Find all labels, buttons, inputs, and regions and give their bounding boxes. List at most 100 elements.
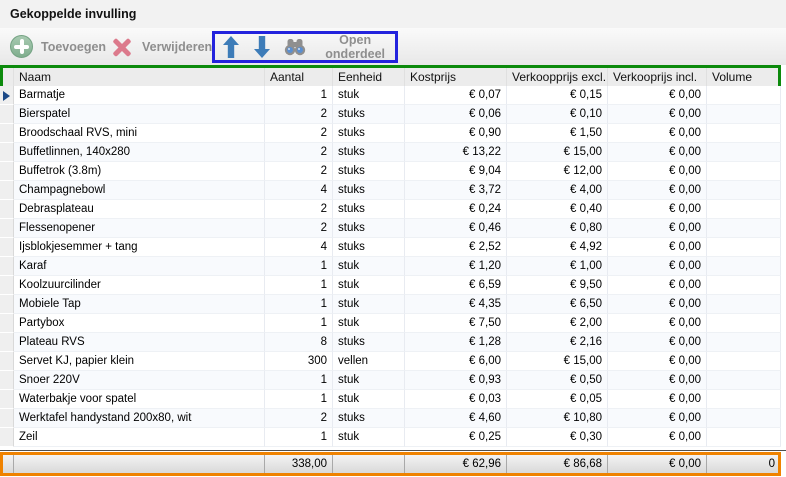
cell-naam: Snoer 220V: [14, 371, 265, 390]
table-row[interactable]: Bierspatel 2 stuks € 0,06 € 0,10 € 0,00: [0, 105, 781, 124]
cell-verkoopprijs-incl: € 0,00: [608, 162, 707, 181]
cell-eenheid: stuk: [333, 257, 405, 276]
row-selector-gutter: [0, 86, 14, 105]
add-button-label: Toevoegen: [41, 40, 106, 54]
cell-aantal: 1: [265, 428, 333, 447]
cell-verkoopprijs-incl: € 0,00: [608, 409, 707, 428]
table-row[interactable]: Zeil 1 stuk € 0,25 € 0,30 € 0,00: [0, 428, 781, 447]
cell-eenheid: stuks: [333, 333, 405, 352]
open-onderdeel-button[interactable]: Open onderdeel: [278, 34, 395, 60]
cell-aantal: 2: [265, 200, 333, 219]
table-row[interactable]: Ijsblokjesemmer + tang 4 stuks € 2,52 € …: [0, 238, 781, 257]
column-header-aantal[interactable]: Aantal: [265, 68, 333, 86]
cell-kostprijs: € 0,90: [405, 124, 507, 143]
cell-verkoopprijs-incl: € 0,00: [608, 181, 707, 200]
row-selector-gutter: [0, 124, 14, 143]
cell-naam: Mobiele Tap: [14, 295, 265, 314]
cell-naam: Karaf: [14, 257, 265, 276]
cell-verkoopprijs-excl: € 1,50: [507, 124, 608, 143]
cell-verkoopprijs-excl: € 9,50: [507, 276, 608, 295]
cell-verkoopprijs-excl: € 1,00: [507, 257, 608, 276]
cell-verkoopprijs-excl: € 0,80: [507, 219, 608, 238]
add-button[interactable]: Toevoegen: [10, 32, 106, 61]
row-selector-gutter: [0, 162, 14, 181]
move-up-button[interactable]: [215, 34, 247, 60]
cell-kostprijs: € 1,28: [405, 333, 507, 352]
cell-naam: Broodschaal RVS, mini: [14, 124, 265, 143]
table-row[interactable]: Werktafel handystand 200x80, wit 2 stuks…: [0, 409, 781, 428]
column-header-kostprijs[interactable]: Kostprijs: [405, 68, 507, 86]
cell-kostprijs: € 0,46: [405, 219, 507, 238]
cell-verkoopprijs-incl: € 0,00: [608, 219, 707, 238]
table-row[interactable]: Barmatje 1 stuk € 0,07 € 0,15 € 0,00: [0, 86, 781, 105]
table-row[interactable]: Debrasplateau 2 stuks € 0,24 € 0,40 € 0,…: [0, 200, 781, 219]
cell-verkoopprijs-incl: € 0,00: [608, 124, 707, 143]
cell-volume: [707, 371, 781, 390]
cell-verkoopprijs-incl: € 0,00: [608, 276, 707, 295]
cell-aantal: 1: [265, 295, 333, 314]
column-header-naam[interactable]: Naam: [14, 68, 265, 86]
table-row[interactable]: Flessenopener 2 stuks € 0,46 € 0,80 € 0,…: [0, 219, 781, 238]
cell-eenheid: stuk: [333, 390, 405, 409]
cell-verkoopprijs-incl: € 0,00: [608, 143, 707, 162]
delete-button[interactable]: Verwijderen: [110, 32, 212, 61]
cell-aantal: 1: [265, 390, 333, 409]
cell-naam: Servet KJ, papier klein: [14, 352, 265, 371]
row-selector-gutter: [0, 143, 14, 162]
table-row[interactable]: Plateau RVS 8 stuks € 1,28 € 2,16 € 0,00: [0, 333, 781, 352]
column-header-volume[interactable]: Volume: [707, 68, 781, 86]
column-header-eenheid[interactable]: Eenheid: [333, 68, 405, 86]
table-row[interactable]: Snoer 220V 1 stuk € 0,93 € 0,50 € 0,00: [0, 371, 781, 390]
cell-kostprijs: € 2,52: [405, 238, 507, 257]
table-row[interactable]: Partybox 1 stuk € 7,50 € 2,00 € 0,00: [0, 314, 781, 333]
arrow-down-icon: [254, 36, 270, 58]
cell-verkoopprijs-excl: € 10,80: [507, 409, 608, 428]
toolbar: Toevoegen Verwijderen: [0, 28, 786, 65]
cell-eenheid: stuks: [333, 219, 405, 238]
row-selector-gutter: [0, 257, 14, 276]
cell-kostprijs: € 13,22: [405, 143, 507, 162]
row-selector-gutter: [0, 333, 14, 352]
cell-aantal: 300: [265, 352, 333, 371]
cell-aantal: 1: [265, 371, 333, 390]
cell-verkoopprijs-incl: € 0,00: [608, 333, 707, 352]
cell-verkoopprijs-incl: € 0,00: [608, 238, 707, 257]
cell-volume: [707, 162, 781, 181]
cell-kostprijs: € 6,00: [405, 352, 507, 371]
cell-verkoopprijs-excl: € 0,10: [507, 105, 608, 124]
cell-naam: Plateau RVS: [14, 333, 265, 352]
cell-kostprijs: € 4,35: [405, 295, 507, 314]
cell-kostprijs: € 1,20: [405, 257, 507, 276]
row-selector-gutter: [0, 314, 14, 333]
cell-naam: Flessenopener: [14, 219, 265, 238]
table-row[interactable]: Waterbakje voor spatel 1 stuk € 0,03 € 0…: [0, 390, 781, 409]
table-row[interactable]: Champagnebowl 4 stuks € 3,72 € 4,00 € 0,…: [0, 181, 781, 200]
cell-verkoopprijs-excl: € 0,05: [507, 390, 608, 409]
row-selector-gutter: [0, 219, 14, 238]
cell-volume: [707, 352, 781, 371]
cell-volume: [707, 257, 781, 276]
table-row[interactable]: Karaf 1 stuk € 1,20 € 1,00 € 0,00: [0, 257, 781, 276]
cell-volume: [707, 124, 781, 143]
column-header-verkoopprijs-incl[interactable]: Verkooprijs incl.: [608, 68, 707, 86]
cell-aantal: 4: [265, 238, 333, 257]
cell-naam: Champagnebowl: [14, 181, 265, 200]
cell-aantal: 8: [265, 333, 333, 352]
table-row[interactable]: Buffetrok (3.8m) 2 stuks € 9,04 € 12,00 …: [0, 162, 781, 181]
cell-volume: [707, 409, 781, 428]
cell-verkoopprijs-incl: € 0,00: [608, 257, 707, 276]
table-body: Barmatje 1 stuk € 0,07 € 0,15 € 0,00 Bie…: [0, 86, 781, 447]
cell-volume: [707, 86, 781, 105]
cell-volume: [707, 181, 781, 200]
table-row[interactable]: Servet KJ, papier klein 300 vellen € 6,0…: [0, 352, 781, 371]
cell-kostprijs: € 9,04: [405, 162, 507, 181]
cell-aantal: 1: [265, 257, 333, 276]
table-row[interactable]: Koolzuurcilinder 1 stuk € 6,59 € 9,50 € …: [0, 276, 781, 295]
table-row[interactable]: Buffetlinnen, 140x280 2 stuks € 13,22 € …: [0, 143, 781, 162]
table-row[interactable]: Broodschaal RVS, mini 2 stuks € 0,90 € 1…: [0, 124, 781, 143]
column-header-verkoopprijs-excl[interactable]: Verkoopprijs excl.: [507, 68, 608, 86]
table-row[interactable]: Mobiele Tap 1 stuk € 4,35 € 6,50 € 0,00: [0, 295, 781, 314]
totals-naam: [14, 455, 265, 473]
cell-kostprijs: € 0,24: [405, 200, 507, 219]
move-down-button[interactable]: [247, 34, 279, 60]
